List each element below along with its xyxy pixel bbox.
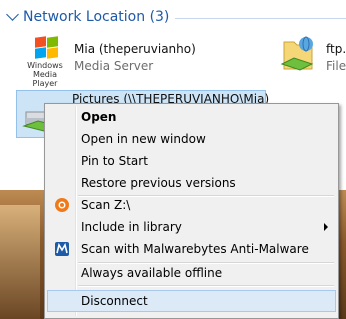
menu-item-open[interactable]: Open [47,106,336,128]
menu-label: Scan with Malwarebytes Anti-Malware [81,242,309,256]
submenu-arrow-icon [324,223,328,231]
menu-label: Scan Z:\ [81,198,131,212]
menu-item-scan-z[interactable]: Scan Z:\ [47,194,336,216]
menu-label: Restore previous versions [81,176,236,190]
windows-flag-icon [35,36,61,59]
collapse-chevron-icon[interactable] [6,7,19,21]
menu-item-disconnect[interactable]: Disconnect [47,290,336,312]
avast-scan-icon [54,197,70,213]
menu-label: Always available offline [81,266,223,280]
menu-label: Disconnect [81,294,148,308]
item-name: ftp.m [326,42,346,56]
malwarebytes-icon [54,241,70,257]
group-title: Network Location (3) [23,9,170,25]
context-menu: Open Open in new window Pin to Start Res… [44,103,339,319]
menu-label: Open [81,110,117,124]
network-location-group-header[interactable]: Network Location (3) [6,6,170,28]
media-server-item[interactable]: Mia (theperuvianho) Media Server [74,42,196,73]
menu-item-restore-previous-versions[interactable]: Restore previous versions [47,172,336,194]
item-description: File [326,59,346,73]
menu-separator [78,285,334,287]
menu-label: Pin to Start [81,154,148,168]
ftp-item[interactable]: ftp.m File [326,42,346,73]
background-image-strip [0,205,40,319]
menu-label: Include in library [81,220,182,234]
item-description: Media Server [74,59,154,73]
ftp-folder-icon[interactable] [280,36,316,76]
wmp-logo-text: Windows Media Player [27,61,63,88]
menu-label: Open in new window [81,132,206,146]
menu-item-open-new-window[interactable]: Open in new window [47,128,336,150]
menu-item-pin-to-start[interactable]: Pin to Start [47,150,336,172]
group-divider [175,18,346,19]
menu-item-scan-malwarebytes[interactable]: Scan with Malwarebytes Anti-Malware [47,238,336,260]
menu-item-always-available-offline[interactable]: Always available offline [47,262,336,284]
menu-item-include-in-library[interactable]: Include in library [47,216,336,238]
item-name: Mia (theperuvianho) [74,42,196,56]
windows-media-player-icon[interactable]: Windows Media Player [22,36,68,88]
